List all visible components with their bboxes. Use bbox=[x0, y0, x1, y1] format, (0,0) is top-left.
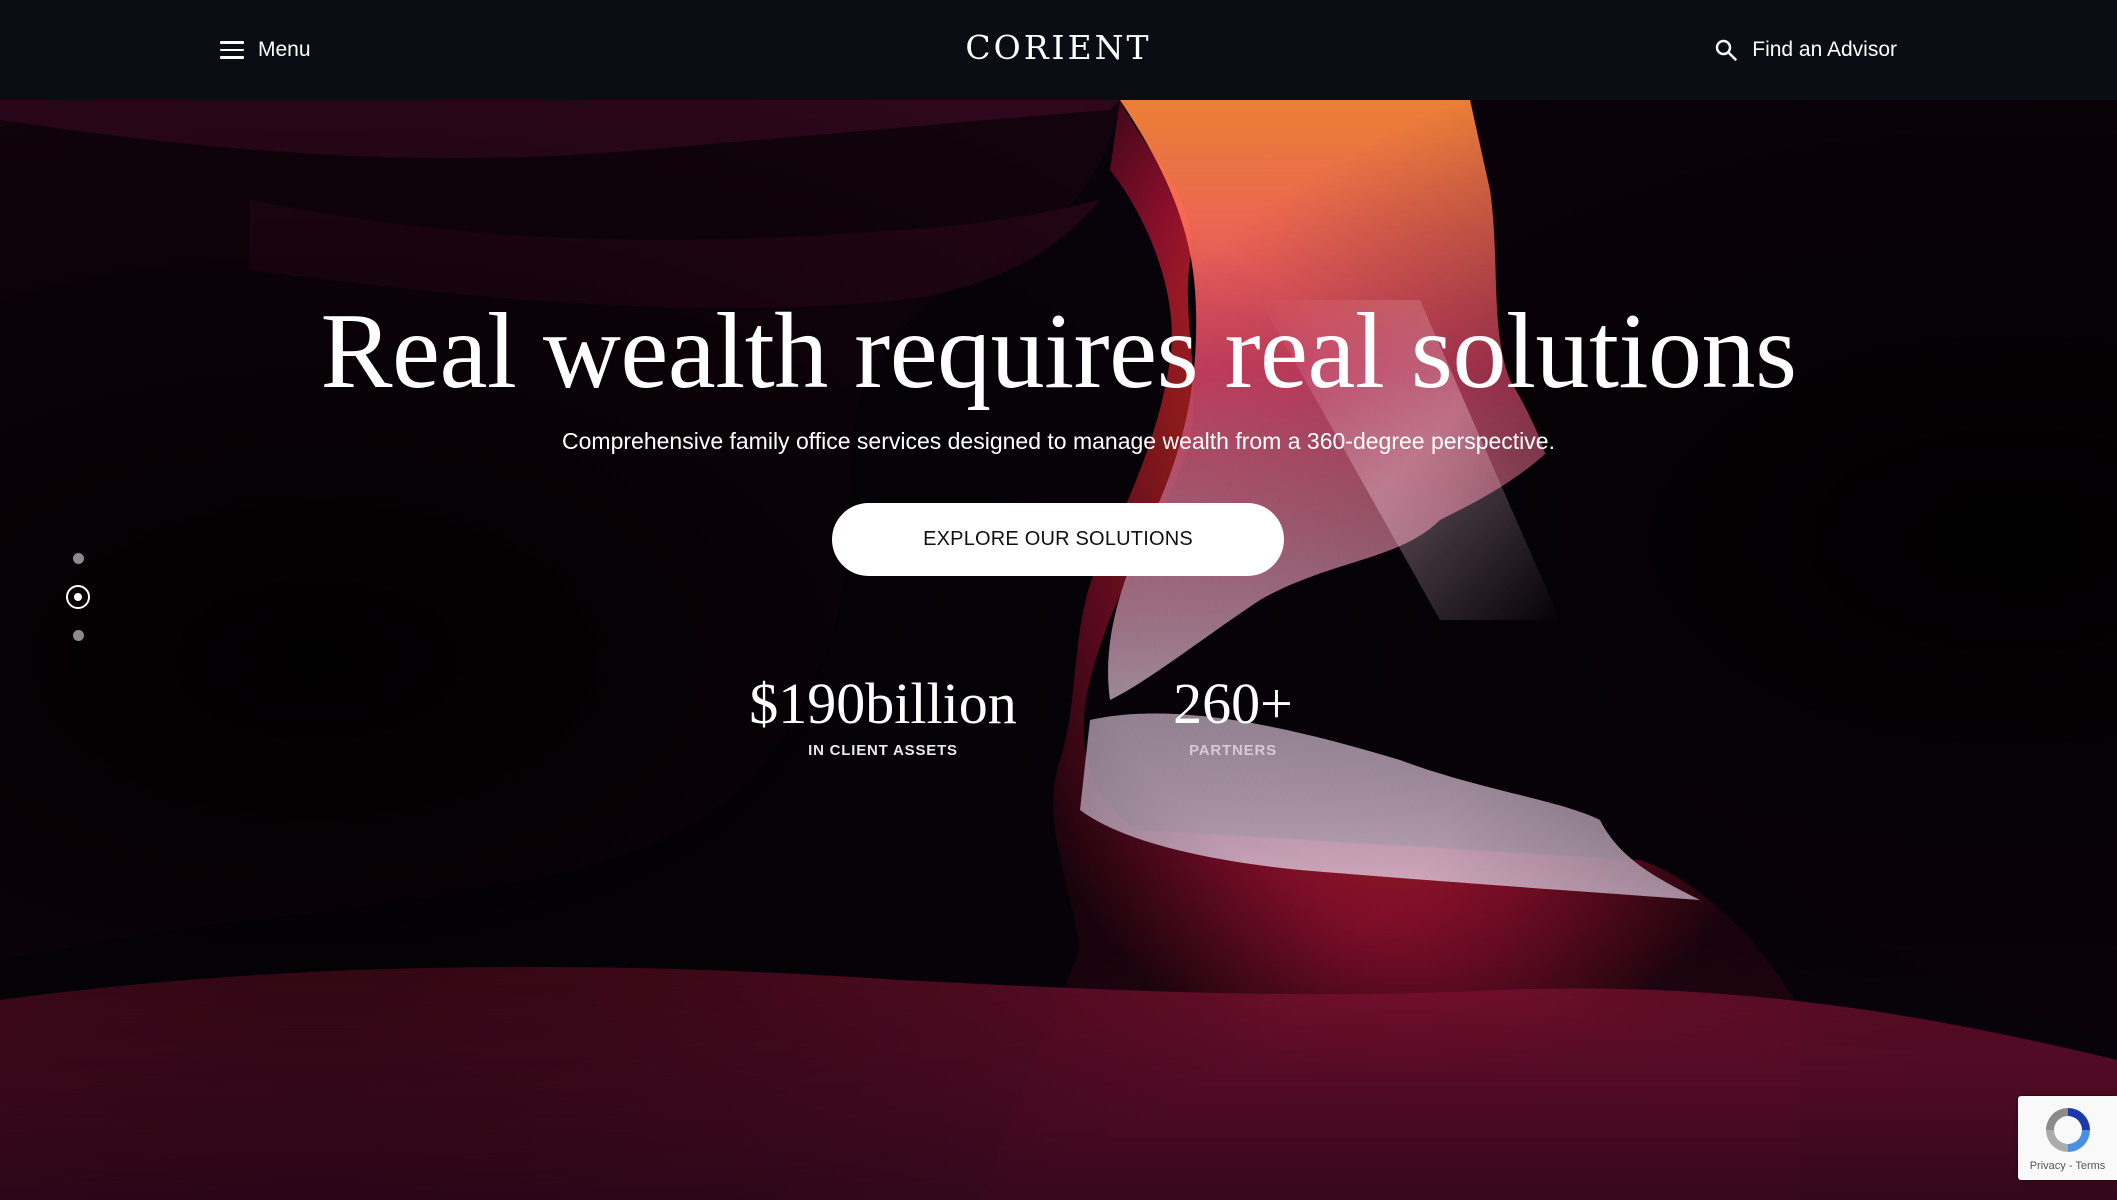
explore-solutions-button[interactable]: EXPLORE OUR SOLUTIONS bbox=[832, 503, 1284, 576]
recaptcha-privacy-link[interactable]: Privacy bbox=[2030, 1160, 2066, 1172]
stat-label: PARTNERS bbox=[1189, 742, 1277, 759]
stat-label: IN CLIENT ASSETS bbox=[808, 742, 958, 759]
stat-value: $190billion bbox=[749, 671, 1017, 736]
hero-subtitle: Comprehensive family office services des… bbox=[562, 428, 1555, 454]
recaptcha-logo-icon bbox=[2046, 1108, 2090, 1152]
hero-background-image bbox=[0, 0, 2117, 1200]
find-an-advisor-button[interactable]: Find an Advisor bbox=[1714, 30, 1897, 70]
find-an-advisor-label: Find an Advisor bbox=[1752, 38, 1897, 61]
recaptcha-terms-link[interactable]: Terms bbox=[2075, 1160, 2105, 1172]
recaptcha-links: Privacy - Terms bbox=[2018, 1160, 2117, 1172]
recaptcha-badge[interactable]: Privacy - Terms bbox=[2018, 1096, 2117, 1180]
slide-dot-2-active[interactable] bbox=[66, 585, 90, 609]
page: Menu CORIENT Find an Advisor Real wealth… bbox=[0, 0, 2117, 1200]
recaptcha-separator: - bbox=[2065, 1160, 2076, 1172]
hero-title: Real wealth requires real solutions bbox=[320, 292, 1797, 411]
stat-value: 260+ bbox=[1173, 671, 1293, 736]
search-icon bbox=[1716, 39, 1738, 61]
stat-partners: 260+ PARTNERS bbox=[1133, 671, 1333, 760]
slide-dot-3[interactable] bbox=[73, 630, 84, 641]
stat-client-assets: $190billion IN CLIENT ASSETS bbox=[722, 671, 1044, 760]
site-header: Menu CORIENT Find an Advisor bbox=[0, 0, 2117, 100]
slide-dot-1[interactable] bbox=[73, 553, 84, 564]
